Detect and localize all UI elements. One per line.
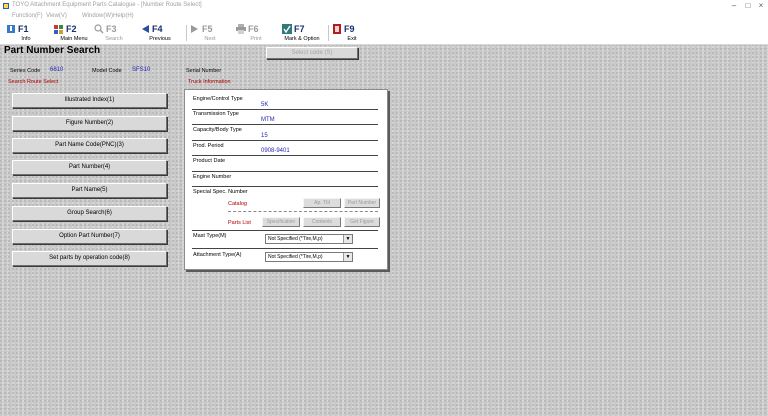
- part-name-button[interactable]: Part Name(5): [12, 183, 167, 198]
- mark-option-icon: [282, 24, 292, 34]
- ap-tbl-button[interactable]: Ap. Tbl: [303, 198, 341, 208]
- divider: [192, 155, 378, 156]
- special-spec-number-label: Special Spec. Number: [193, 189, 248, 195]
- catalog-label: Catalog: [228, 201, 247, 207]
- divider: [192, 109, 378, 110]
- transmission-type-label: Transmission Type: [193, 111, 239, 117]
- engine-control-type-value: 5K: [261, 102, 269, 108]
- main-menu-icon: [54, 24, 64, 34]
- prod-period-label: Prod. Period: [193, 143, 224, 149]
- select-code-button[interactable]: Select code (S): [266, 47, 358, 59]
- f6-print-button[interactable]: F6 Print: [232, 23, 280, 43]
- specification-button[interactable]: Specification: [262, 217, 300, 227]
- model-code-label: Model Code: [92, 68, 122, 74]
- engine-control-type-label: Engine/Control Type: [193, 96, 243, 102]
- divider: [192, 186, 378, 187]
- figure-number-button[interactable]: Figure Number(2): [12, 116, 167, 131]
- f9-exit-button[interactable]: F9 Exit: [328, 23, 376, 43]
- f4-previous-button[interactable]: F4 Previous: [136, 23, 184, 43]
- divider: [192, 140, 378, 141]
- truck-information-panel: Engine/Control Type 5K Transmission Type…: [184, 89, 388, 270]
- title-bar: TOYO Attachment Equipment Parts Catalogu…: [0, 0, 768, 12]
- attachment-type-select[interactable]: Not Specified (*Tire,M,p) ▼: [265, 252, 353, 262]
- menu-bar: Function(F) View(V) Window(W) Help(H): [0, 12, 768, 22]
- maximize-button[interactable]: □: [742, 1, 754, 11]
- divider: [192, 124, 378, 125]
- prod-period-value: 0908-9401: [261, 148, 290, 154]
- attachment-type-label: Attachment Type(A): [193, 252, 242, 258]
- info-icon: [6, 24, 16, 34]
- search-icon: [94, 24, 104, 34]
- dashed-divider: [228, 211, 378, 212]
- f1-info-button[interactable]: F1 Info: [2, 23, 50, 43]
- product-date-label: Product Date: [193, 158, 226, 164]
- f5-next-button[interactable]: F5 Next: [186, 23, 234, 43]
- previous-icon: [140, 24, 150, 34]
- get-figure-button[interactable]: Get Figure: [344, 217, 380, 227]
- set-parts-by-operation-code-button[interactable]: Set parts by operation code(8): [12, 251, 167, 266]
- serial-number-label: Serial Number: [186, 68, 222, 74]
- divider: [192, 230, 378, 231]
- divider: [192, 248, 378, 249]
- chevron-down-icon[interactable]: ▼: [343, 253, 352, 261]
- part-name-code-button[interactable]: Part Name Code(PNC)(3): [12, 138, 167, 153]
- menu-view[interactable]: View(V): [46, 13, 67, 19]
- capacity-body-type-value: 15: [261, 133, 268, 139]
- part-number-button[interactable]: Part Number(4): [12, 160, 167, 175]
- attachment-type-value: Not Specified (*Tire,M,p): [268, 254, 323, 260]
- search-route-select-header: Search Route Select: [8, 79, 59, 85]
- series-code-label: Series Code: [10, 68, 41, 74]
- toolbar: F1 Info F2 Main Menu F3 Search F4 Previo…: [0, 22, 768, 45]
- divider: [192, 171, 378, 172]
- group-search-button[interactable]: Group Search(6): [12, 206, 167, 221]
- f7-mark-option-button[interactable]: F7 Mark & Option: [278, 23, 326, 43]
- menu-window[interactable]: Window(W): [82, 13, 113, 19]
- close-button[interactable]: ×: [755, 1, 767, 11]
- next-icon: [190, 24, 200, 34]
- parts-list-label: Parts List: [228, 220, 251, 226]
- truck-information-header: Truck Information: [188, 79, 231, 85]
- model-code-value: SFS10: [132, 67, 151, 73]
- engine-number-label: Engine Number: [193, 174, 232, 180]
- minimize-button[interactable]: –: [728, 1, 740, 11]
- chevron-down-icon[interactable]: ▼: [343, 235, 352, 243]
- menu-help[interactable]: Help(H): [113, 13, 134, 19]
- illustrated-index-button[interactable]: Illustrated Index(1): [12, 93, 167, 108]
- mast-type-value: Not Specified (*Tire,M,p): [268, 236, 323, 242]
- series-code-value: 6810: [50, 67, 64, 73]
- catalog-part-number-button[interactable]: Part Number: [344, 198, 380, 208]
- f3-search-button[interactable]: F3 Search: [90, 23, 138, 43]
- option-part-number-button[interactable]: Option Part Number(7): [12, 229, 167, 244]
- transmission-type-value: MTM: [261, 117, 275, 123]
- mast-type-select[interactable]: Not Specified (*Tire,M,p) ▼: [265, 234, 353, 244]
- exit-icon: [332, 24, 342, 34]
- mast-type-label: Mast Type(M): [193, 233, 227, 239]
- app-icon: [3, 3, 9, 9]
- page-title: Part Number Search: [4, 45, 101, 56]
- window-title: TOYO Attachment Equipment Parts Catalogu…: [12, 2, 202, 8]
- menu-function[interactable]: Function(F): [12, 13, 43, 19]
- print-icon: [236, 24, 246, 34]
- contents-button[interactable]: Contents: [303, 217, 341, 227]
- capacity-body-type-label: Capacity/Body Type: [193, 127, 242, 133]
